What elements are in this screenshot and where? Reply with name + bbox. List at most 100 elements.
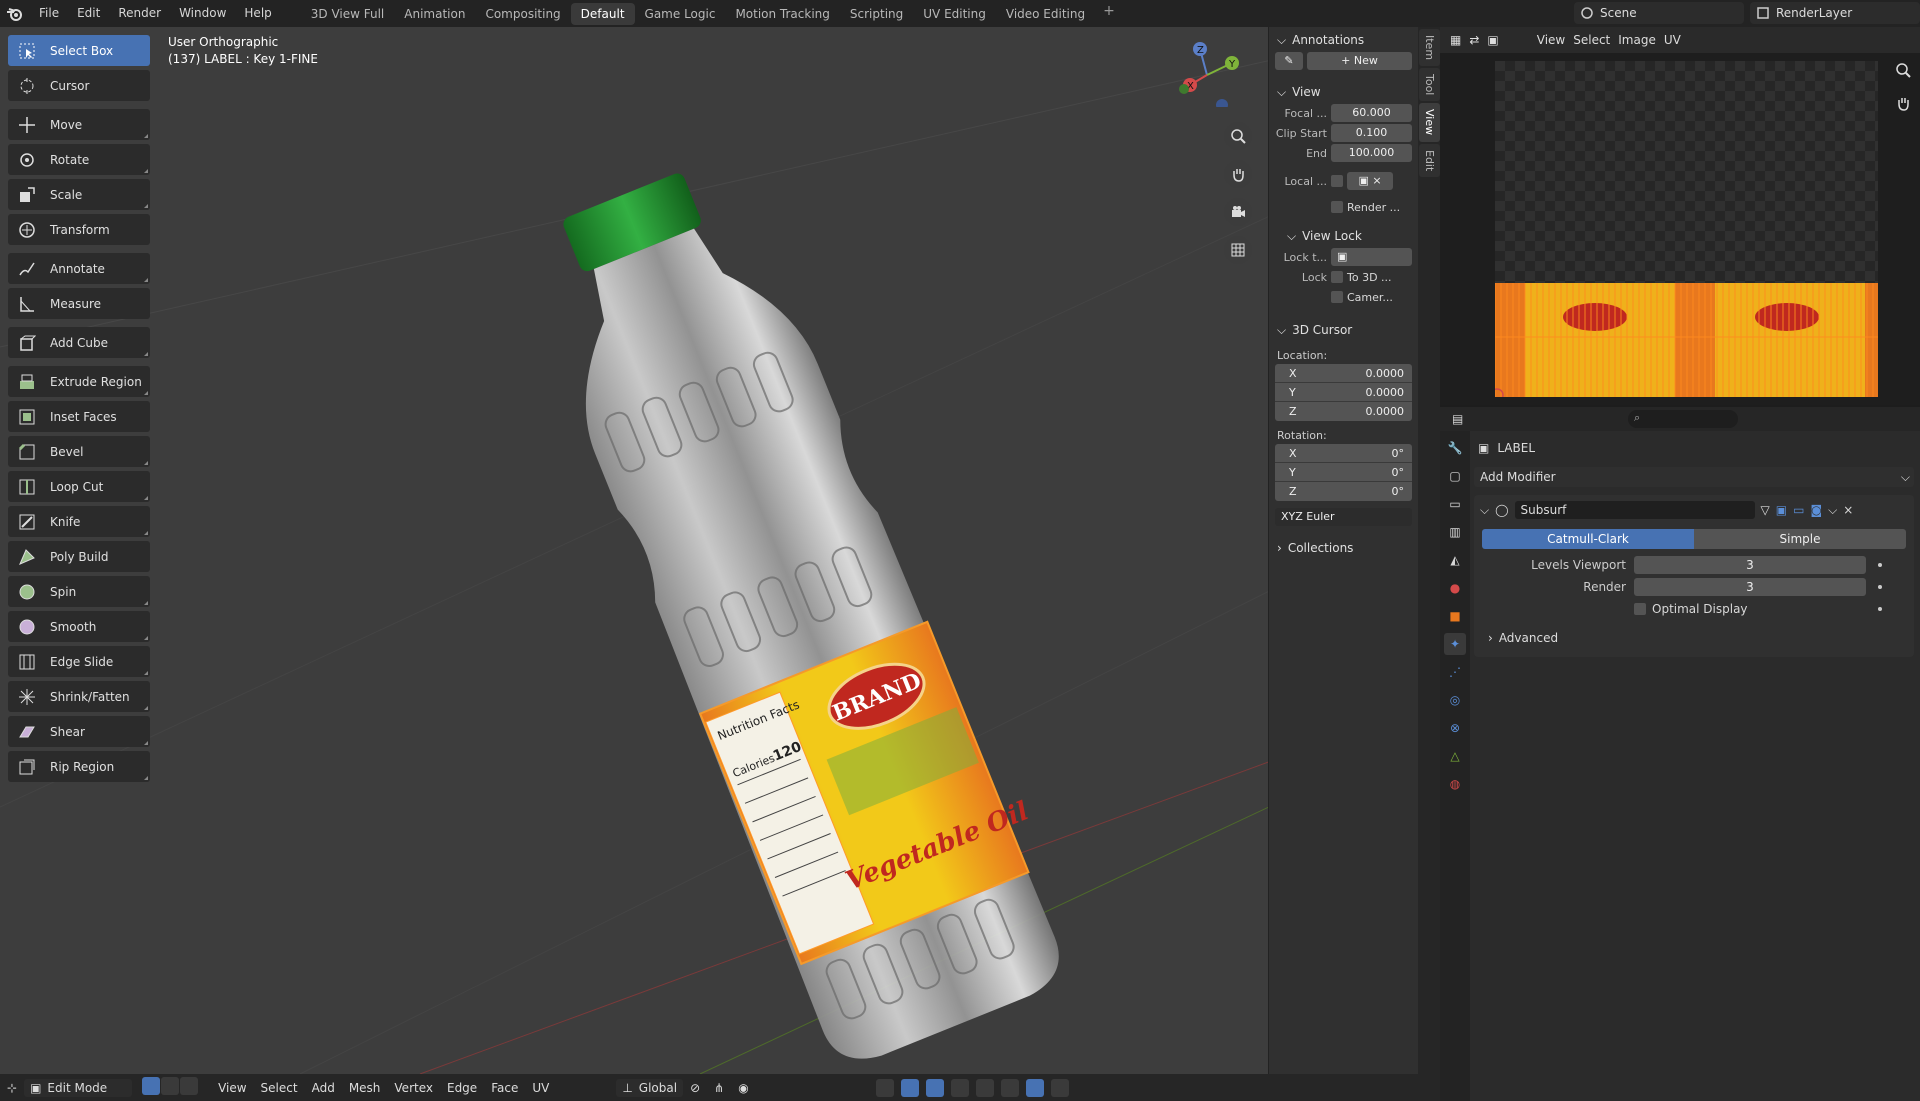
add-workspace-button[interactable]: +	[1095, 3, 1123, 25]
clip-end-field[interactable]: 100.000	[1331, 144, 1412, 162]
rendered-shading-icon[interactable]	[1050, 1078, 1069, 1097]
tool-tab-icon[interactable]: 🔧	[1444, 437, 1466, 459]
tab-video-editing[interactable]: Video Editing	[996, 3, 1095, 25]
data-tab-icon[interactable]: △	[1444, 745, 1466, 767]
keyframe-dot-icon[interactable]	[1878, 563, 1882, 567]
annotations-header[interactable]: ⌵ Annotations	[1269, 29, 1418, 51]
tool-rip-region[interactable]: Rip Region	[8, 751, 150, 782]
menu-face[interactable]: Face	[484, 1081, 525, 1095]
location-z-field[interactable]: Z 0.0000	[1275, 402, 1412, 421]
tool-edge-slide[interactable]: Edge Slide	[8, 646, 150, 677]
tool-select-box[interactable]: Select Box	[8, 35, 150, 66]
tool-shear[interactable]: Shear	[8, 716, 150, 747]
menu-select[interactable]: Select	[254, 1081, 305, 1095]
view-lock-header[interactable]: ⌵ View Lock	[1269, 225, 1418, 247]
view-layer-tab-icon[interactable]: ▥	[1444, 521, 1466, 543]
modifier-menu-icon[interactable]: ⌵	[1828, 503, 1837, 518]
tool-rotate[interactable]: Rotate	[8, 144, 150, 175]
new-annotation-button[interactable]: + New	[1307, 52, 1412, 70]
visibility-icon[interactable]	[875, 1078, 894, 1097]
material-tab-icon[interactable]: ◍	[1444, 773, 1466, 795]
render-tab-icon[interactable]: ▢	[1444, 465, 1466, 487]
camera-icon[interactable]	[1224, 198, 1252, 226]
focal-length-field[interactable]: 60.000	[1331, 104, 1412, 122]
edge-select-icon[interactable]	[161, 1077, 180, 1095]
levels-viewport-field[interactable]: 3	[1634, 556, 1866, 574]
viewport-toggle-icon[interactable]: ▭	[1793, 503, 1804, 517]
particles-tab-icon[interactable]: ⋰	[1444, 661, 1466, 683]
rotation-z-field[interactable]: Z 0°	[1275, 482, 1412, 501]
zoom-icon[interactable]	[1894, 61, 1912, 82]
tab-motion-tracking[interactable]: Motion Tracking	[725, 3, 839, 25]
3d-viewport[interactable]: Nutrition Facts Calories 120 BRAND Veget…	[0, 27, 1418, 1074]
modifier-name-field[interactable]: Subsurf	[1514, 501, 1755, 519]
vertex-select-icon[interactable]	[142, 1077, 161, 1095]
view-header[interactable]: ⌵ View	[1269, 81, 1418, 103]
scene-tab-icon[interactable]: ◭	[1444, 549, 1466, 571]
editor-type-icon[interactable]: ⊹	[0, 1081, 24, 1095]
tool-scale[interactable]: Scale	[8, 179, 150, 210]
collections-header[interactable]: › Collections	[1269, 537, 1418, 559]
render-levels-field[interactable]: 3	[1634, 578, 1866, 596]
gizmo-toggle-icon[interactable]	[900, 1078, 919, 1097]
uv-image-editor[interactable]: ▦ ⇄ ▣ View Select Image UV	[1440, 27, 1920, 405]
close-icon[interactable]: ×	[1843, 503, 1853, 517]
tool-poly-build[interactable]: Poly Build	[8, 541, 150, 572]
tool-cursor[interactable]: Cursor	[8, 70, 150, 101]
tool-move[interactable]: Move	[8, 109, 150, 140]
catmull-clark-option[interactable]: Catmull-Clark	[1482, 529, 1694, 549]
overlay-toggle-icon[interactable]	[925, 1078, 944, 1097]
lock-camera-checkbox[interactable]	[1331, 291, 1343, 303]
menu-edit[interactable]: Edit	[68, 0, 109, 27]
tab-uv-editing[interactable]: UV Editing	[913, 3, 996, 25]
tool-smooth[interactable]: Smooth	[8, 611, 150, 642]
editor-type-icon[interactable]: ▤	[1452, 412, 1463, 426]
tab-default[interactable]: Default	[570, 2, 635, 25]
rotation-x-field[interactable]: X 0°	[1275, 444, 1412, 463]
tool-spin[interactable]: Spin	[8, 576, 150, 607]
render-layer-selector[interactable]: RenderLayer	[1750, 2, 1920, 24]
editor-type-icon[interactable]: ▦	[1450, 33, 1461, 47]
mode-selector[interactable]: ▣ Edit Mode	[24, 1078, 133, 1097]
local-camera-checkbox[interactable]	[1331, 175, 1343, 187]
tab-animation[interactable]: Animation	[394, 3, 475, 25]
tab-game-logic[interactable]: Game Logic	[635, 3, 726, 25]
tool-add-cube[interactable]: Add Cube	[8, 327, 150, 358]
menu-render[interactable]: Render	[109, 0, 170, 27]
location-y-field[interactable]: Y 0.0000	[1275, 383, 1412, 402]
properties-search-input[interactable]: ⌕	[1628, 410, 1738, 428]
tool-inset-faces[interactable]: Inset Faces	[8, 401, 150, 432]
menu-uv[interactable]: UV	[1664, 33, 1681, 47]
tab-3d-view-full[interactable]: 3D View Full	[301, 3, 395, 25]
menu-image[interactable]: Image	[1618, 33, 1656, 47]
3d-cursor-header[interactable]: ⌵ 3D Cursor	[1269, 319, 1418, 341]
tool-annotate[interactable]: Annotate	[8, 253, 150, 284]
tool-bevel[interactable]: Bevel	[8, 436, 150, 467]
modifier-tab-icon[interactable]: ✦	[1444, 633, 1466, 655]
tool-shrink-fatten[interactable]: Shrink/Fatten	[8, 681, 150, 712]
menu-view[interactable]: View	[211, 1081, 253, 1095]
scene-selector[interactable]: Scene	[1574, 2, 1744, 24]
lock-to-3d-cursor-checkbox[interactable]	[1331, 271, 1343, 283]
uv-sync-icon[interactable]: ⇄	[1469, 33, 1479, 47]
local-camera-field[interactable]: ▣ ×	[1347, 172, 1393, 190]
wireframe-shading-icon[interactable]	[975, 1078, 994, 1097]
render-toggle-icon[interactable]: ◙	[1810, 503, 1822, 517]
blender-logo-icon[interactable]	[0, 0, 30, 27]
solid-shading-icon[interactable]	[1000, 1078, 1019, 1097]
object-tab-icon[interactable]: ■	[1444, 605, 1466, 627]
zoom-icon[interactable]	[1224, 122, 1252, 150]
transform-orientation-dropdown[interactable]: ⊥ Global	[616, 1078, 684, 1097]
menu-vertex[interactable]: Vertex	[387, 1081, 440, 1095]
pan-hand-icon[interactable]	[1894, 94, 1912, 115]
edit-mode-toggle-icon[interactable]: ▣	[1776, 503, 1787, 517]
advanced-subpanel[interactable]: › Advanced	[1474, 627, 1914, 649]
proportional-edit-icon[interactable]: ◉	[731, 1081, 755, 1095]
tab-tool[interactable]: Tool	[1419, 68, 1440, 102]
render-region-checkbox[interactable]	[1331, 201, 1343, 213]
rotation-mode-dropdown[interactable]: XYZ Euler	[1275, 508, 1412, 526]
tab-edit[interactable]: Edit	[1419, 143, 1440, 177]
uv-select-mode-icon[interactable]: ▣	[1487, 33, 1498, 47]
xray-toggle-icon[interactable]	[950, 1078, 969, 1097]
tab-item[interactable]: Item	[1419, 29, 1440, 67]
